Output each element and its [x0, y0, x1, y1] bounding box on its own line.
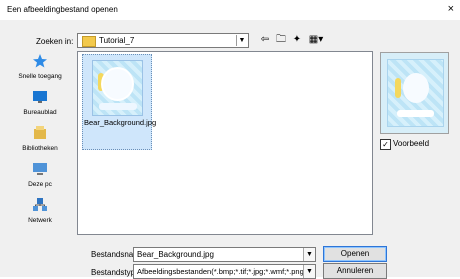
library-icon — [34, 126, 46, 139]
image-thumbnail — [92, 60, 143, 116]
computer-icon — [33, 163, 47, 175]
close-icon[interactable]: × — [448, 3, 454, 15]
filetype-value: Afbeeldingsbestanden(*.bmp;*.tif;*.jpg;*… — [137, 267, 316, 276]
up-folder-icon[interactable]: 🗀 — [274, 33, 288, 47]
filename-value: Bear_Background.jpg — [137, 250, 214, 259]
file-list[interactable]: Bear_Background.jpg — [77, 51, 373, 235]
network-icon — [33, 198, 47, 211]
preview-checkbox[interactable]: ✓ — [380, 139, 391, 150]
place-label: Bureaublad — [23, 109, 57, 116]
chevron-down-icon[interactable]: ▼ — [236, 35, 247, 46]
preview-label: Voorbeeld — [393, 139, 430, 148]
file-name: Bear_Background.jpg — [84, 118, 157, 127]
folder-icon — [82, 36, 96, 47]
desktop-icon — [33, 91, 47, 103]
place-label: Snelle toegang — [18, 73, 62, 80]
chevron-down-icon[interactable]: ▼ — [303, 248, 315, 261]
new-folder-icon[interactable]: ✦ — [290, 33, 304, 47]
place-desktop[interactable]: Bureaublad — [14, 89, 66, 116]
folder-name: Tutorial_7 — [99, 36, 135, 45]
place-libraries[interactable]: Bibliotheken — [14, 125, 66, 152]
place-this-pc[interactable]: Deze pc — [14, 161, 66, 188]
place-network[interactable]: Netwerk — [14, 197, 66, 224]
open-image-dialog: Een afbeeldingbestand openen × Zoeken in… — [0, 0, 460, 279]
dialog-title: Een afbeeldingbestand openen — [7, 5, 118, 14]
back-icon[interactable]: ⇦ — [258, 33, 272, 47]
open-button[interactable]: Openen — [323, 246, 387, 262]
preview-image — [387, 59, 444, 127]
view-menu-icon[interactable]: ▦▾ — [306, 33, 326, 47]
filename-input[interactable]: Bear_Background.jpg ▼ — [133, 247, 316, 262]
chevron-down-icon[interactable]: ▼ — [303, 265, 315, 278]
place-quick-access[interactable]: Snelle toegang — [14, 53, 66, 80]
place-label: Netwerk — [28, 217, 52, 224]
title-bar: Een afbeeldingbestand openen × — [0, 0, 460, 20]
place-label: Bibliotheken — [22, 145, 58, 152]
file-item[interactable]: Bear_Background.jpg — [82, 54, 157, 150]
look-in-label: Zoeken in: — [36, 37, 74, 46]
place-label: Deze pc — [28, 181, 52, 188]
folder-dropdown[interactable]: Tutorial_7 ▼ — [77, 33, 249, 48]
preview-panel — [380, 52, 449, 134]
star-icon — [33, 54, 47, 68]
